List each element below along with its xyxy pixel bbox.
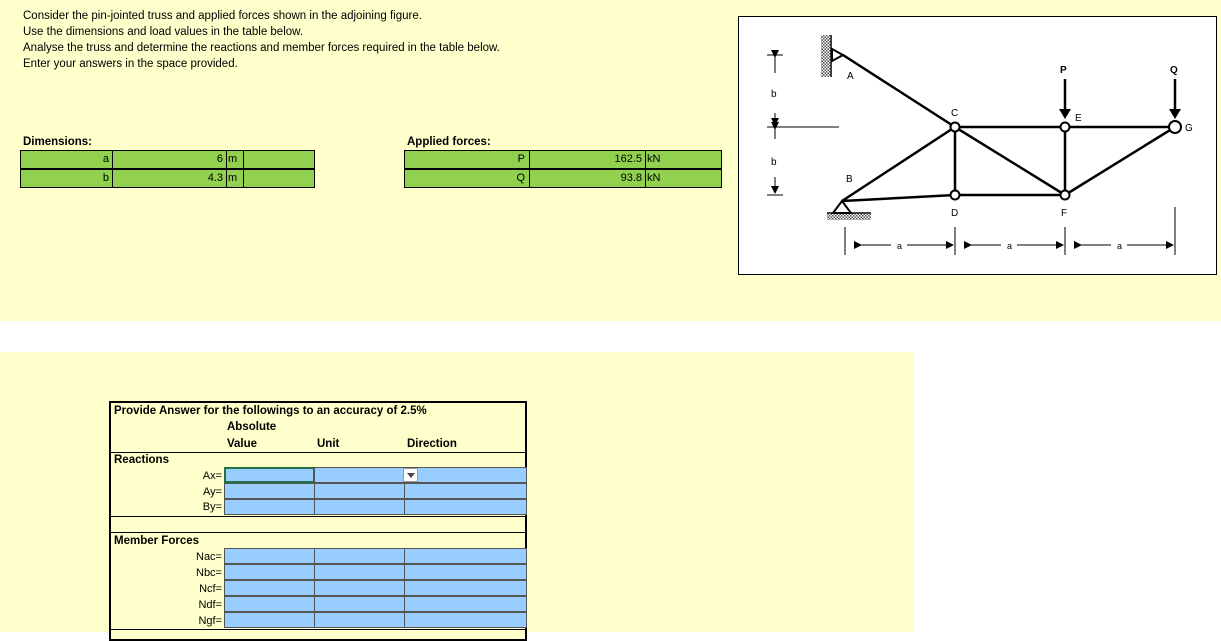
member-label-ndf: Ndf= [198,599,222,611]
wall-support [821,35,830,77]
nbc-value-input[interactable] [224,564,315,580]
truss-diagram: A B C D E F G P Q b b a a a [767,35,1193,255]
instruction-line: Consider the pin-jointed truss and appli… [23,10,422,22]
instruction-line: Enter your answers in the space provided… [23,58,238,70]
dim-label-a3: a [1117,241,1122,251]
dimension-value: 4.3 [207,172,223,184]
force-row-q[interactable]: Q 93.8 kN [404,169,722,188]
ndf-unit-select[interactable] [314,596,405,612]
ground-hatch [827,214,871,220]
dimension-value: 6 [216,153,223,165]
node-label-c: C [951,108,958,119]
force-value: 162.5 [614,153,642,165]
ncf-value-input[interactable] [224,580,315,596]
dim-label-b1: b [771,89,777,100]
node-label-a: A [847,71,854,82]
force-unit: kN [647,153,661,165]
load-label-q: Q [1170,65,1178,76]
reactions-title: Reactions [114,454,169,466]
pin-support-a [831,47,846,63]
force-name: Q [516,172,525,184]
nac-direction-input[interactable] [404,548,527,564]
member-label-nac: Nac= [196,551,222,563]
dimension-name: b [102,172,109,184]
load-label-p: P [1060,65,1067,76]
by-value-input[interactable] [224,499,315,515]
reaction-label-ay: Ay= [202,486,222,498]
truss-members [841,53,1176,203]
dim-label-a2: a [1007,241,1012,251]
member-label-nbc: Nbc= [196,567,222,579]
header-value: Value [227,438,258,450]
dimensions-title: Dimensions: [23,136,93,148]
members-title: Member Forces [114,535,200,547]
dimension-name: a [102,153,109,165]
ngf-value-input[interactable] [224,612,315,628]
force-value: 93.8 [620,172,642,184]
node-label-g: G [1185,123,1193,134]
answer-table-title: Provide Answer for the followings to an … [114,405,427,417]
dim-label-b2: b [771,157,777,168]
dimension-row-a[interactable]: a 6 m [20,150,315,169]
node-label-e: E [1075,113,1082,124]
nac-value-input[interactable] [224,548,315,564]
truss-figure: A B C D E F G P Q b b a a a [738,16,1217,275]
dimension-row-b[interactable]: b 4.3 m [20,169,315,188]
unit-dropdown-arrow-icon[interactable] [403,468,418,482]
nbc-direction-input[interactable] [404,564,527,580]
reaction-label-ax: Ax= [202,470,222,482]
ax-value-input[interactable] [224,467,315,483]
ncf-direction-input[interactable] [404,580,527,596]
ay-direction-input[interactable] [404,483,527,499]
instruction-line: Analyse the truss and determine the reac… [23,42,500,54]
dimension-unit: m [228,172,238,184]
ax-unit-select[interactable] [314,467,405,483]
node-label-b: B [846,174,853,185]
force-unit: kN [647,172,661,184]
by-direction-input[interactable] [404,499,527,515]
ndf-value-input[interactable] [224,596,315,612]
dimension-unit: m [228,153,238,165]
pin-support-b [831,199,853,214]
ngf-unit-select[interactable] [314,612,405,628]
header-absolute: Absolute [227,421,277,433]
ncf-unit-select[interactable] [314,580,405,596]
header-unit: Unit [317,438,340,450]
ay-unit-select[interactable] [314,483,405,499]
nac-unit-select[interactable] [314,548,405,564]
nbc-unit-select[interactable] [314,564,405,580]
member-label-ncf: Ncf= [199,583,222,595]
instructions: Consider the pin-jointed truss and appli… [23,8,500,72]
instruction-line: Use the dimensions and load values in th… [23,26,304,38]
force-row-p[interactable]: P 162.5 kN [404,150,722,169]
forces-title: Applied forces: [407,136,491,148]
node-label-d: D [951,208,958,219]
node-label-f: F [1061,208,1067,219]
header-direction: Direction [407,438,457,450]
ay-value-input[interactable] [224,483,315,499]
ax-direction-input[interactable] [404,467,527,483]
by-unit-select[interactable] [314,499,405,515]
dim-label-a1: a [897,241,902,251]
reaction-label-by: By= [202,501,222,513]
force-name: P [517,153,525,165]
ndf-direction-input[interactable] [404,596,527,612]
ngf-direction-input[interactable] [404,612,527,628]
member-label-ngf: Ngf= [198,615,222,627]
